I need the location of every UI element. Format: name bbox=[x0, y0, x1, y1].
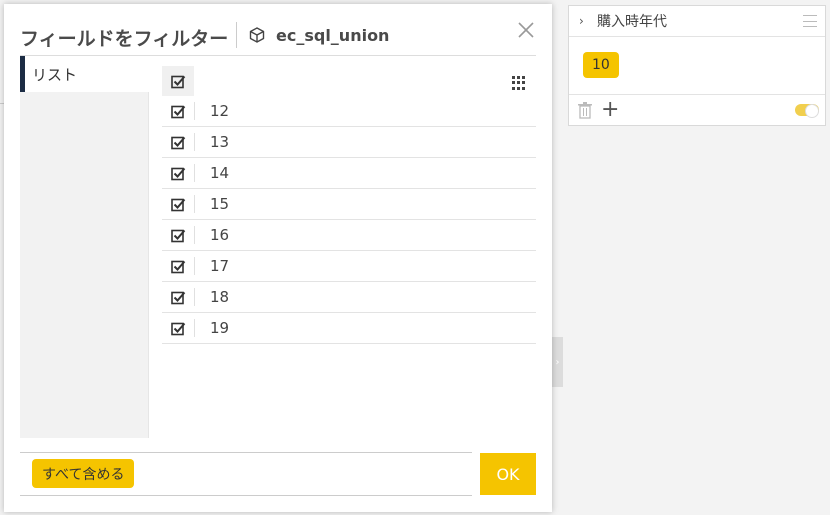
include-all-button[interactable]: すべて含める bbox=[32, 459, 135, 488]
item-label: 12 bbox=[210, 102, 230, 120]
list-item[interactable]: 15 bbox=[162, 189, 536, 220]
plus-icon[interactable]: + bbox=[601, 99, 619, 121]
item-label: 13 bbox=[210, 133, 230, 151]
list-item[interactable]: 16 bbox=[162, 220, 536, 251]
toggle-switch[interactable] bbox=[795, 104, 819, 118]
item-label: 14 bbox=[210, 164, 230, 182]
list-item[interactable]: 14 bbox=[162, 158, 536, 189]
field-card-body: 10 bbox=[569, 37, 825, 95]
grid-dots-icon[interactable] bbox=[512, 76, 526, 90]
field-card-header[interactable]: › 購入時年代 bbox=[569, 6, 825, 37]
close-icon[interactable] bbox=[516, 20, 536, 40]
list-item[interactable]: 12 bbox=[162, 96, 536, 127]
chevron-right-icon[interactable]: › bbox=[579, 14, 597, 28]
item-checkbox[interactable] bbox=[162, 259, 194, 274]
list-item[interactable]: 19 bbox=[162, 313, 536, 344]
checkbox-checked-icon bbox=[170, 167, 185, 180]
checkbox-checked-icon bbox=[170, 229, 185, 242]
select-all-checkbox[interactable] bbox=[162, 66, 194, 96]
item-label: 16 bbox=[210, 226, 230, 244]
checkbox-checked-icon bbox=[170, 75, 185, 88]
list-item[interactable]: 18 bbox=[162, 282, 536, 313]
item-label: 15 bbox=[210, 195, 230, 213]
checkbox-checked-icon bbox=[170, 198, 185, 211]
field-card-footer: + bbox=[569, 95, 825, 125]
checkbox-checked-icon bbox=[170, 291, 185, 304]
field-card-title: 購入時年代 bbox=[597, 14, 667, 30]
checkbox-checked-icon bbox=[170, 322, 185, 335]
tab-list[interactable]: リスト bbox=[20, 56, 149, 92]
trash-icon[interactable] bbox=[577, 101, 593, 119]
checkbox-checked-icon bbox=[170, 136, 185, 149]
hamburger-menu-icon[interactable] bbox=[803, 15, 817, 27]
item-label: 18 bbox=[210, 288, 230, 306]
item-checkbox[interactable] bbox=[162, 197, 194, 212]
item-checkbox[interactable] bbox=[162, 166, 194, 181]
panel-splitter-handle[interactable]: › bbox=[552, 337, 563, 387]
list-item[interactable]: 17 bbox=[162, 251, 536, 282]
item-checkbox[interactable] bbox=[162, 104, 194, 119]
filter-field-card: › 購入時年代 10 + bbox=[568, 5, 826, 126]
cube-icon bbox=[249, 27, 265, 43]
filter-value-chip[interactable]: 10 bbox=[583, 52, 619, 78]
ok-button[interactable]: OK bbox=[480, 453, 536, 495]
checkbox-checked-icon bbox=[170, 105, 185, 118]
item-label: 17 bbox=[210, 257, 230, 275]
checkbox-checked-icon bbox=[170, 260, 185, 273]
datasource-name: ec_sql_union bbox=[276, 26, 390, 45]
value-list: 12 13 14 15 16 17 18 19 bbox=[162, 66, 536, 344]
list-item[interactable]: 13 bbox=[162, 127, 536, 158]
footer-divider bbox=[20, 452, 472, 453]
item-checkbox[interactable] bbox=[162, 228, 194, 243]
dialog-title: フィールドをフィルター bbox=[20, 28, 229, 50]
item-checkbox[interactable] bbox=[162, 135, 194, 150]
filter-mode-tabs: リスト bbox=[20, 56, 149, 438]
filter-dialog: フィールドをフィルター ec_sql_union リスト 12 13 14 15 16 1… bbox=[4, 4, 552, 512]
title-separator bbox=[236, 22, 237, 48]
footer-divider bbox=[20, 495, 472, 496]
item-checkbox[interactable] bbox=[162, 290, 194, 305]
item-checkbox[interactable] bbox=[162, 321, 194, 336]
item-label: 19 bbox=[210, 319, 230, 337]
